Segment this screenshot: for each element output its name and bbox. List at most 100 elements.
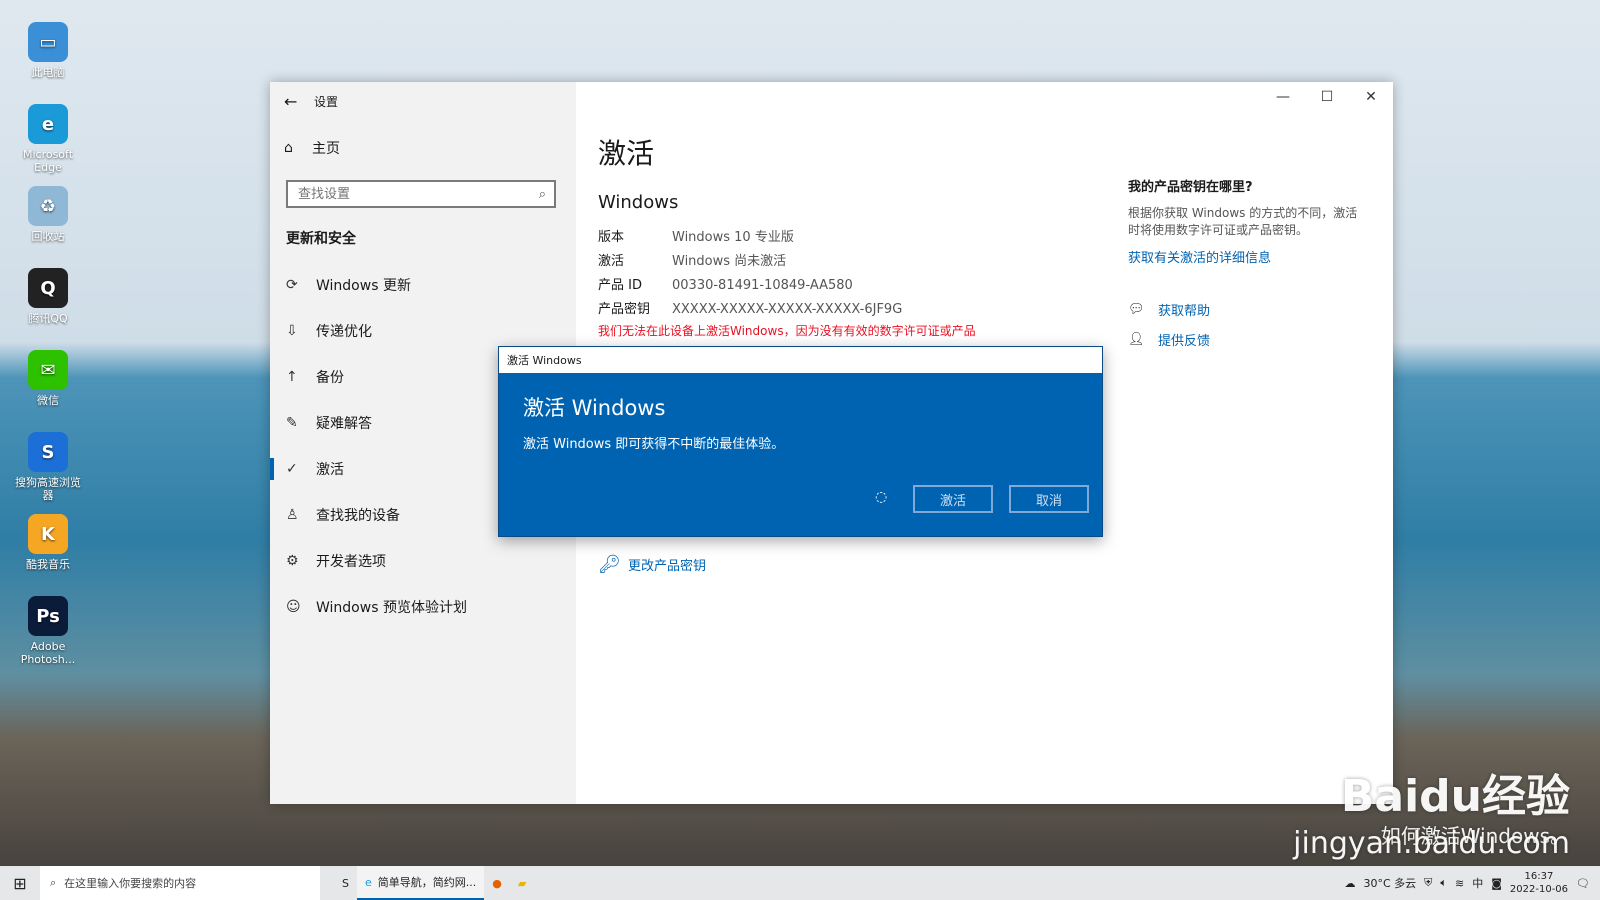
edge-icon: e [28,104,68,144]
nav-item[interactable]: ⚙ 开发者选项 [270,538,576,584]
security-icon[interactable]: ⛨ [1424,876,1432,890]
activation-warning: 我们无法在此设备上激活Windows，因为没有有效的数字许可证或产品 [598,324,976,338]
info-key: 激活 [598,254,625,269]
nav-item-label: 备份 [316,370,344,386]
info-value: XXXXX-XXXXX-XXXXX-XXXXX-6JF9G [672,302,903,317]
taskbar: ⊞ ⌕ 在这里输入你要搜索的内容 S e 简单导航，简约网... ● ▰ ☁ 3… [0,866,1600,900]
close-icon[interactable]: ✕ [1349,82,1393,112]
help-chat-icon: 💬︎ [1128,301,1145,317]
edge-taskbar-label: 简单导航，简约网... [377,876,477,889]
side-heading: 我的产品密钥在哪里? [1128,180,1253,195]
change-product-key-label: 更改产品密钥 [628,559,707,574]
kuwo-music-icon: K [28,514,68,554]
desktop-icon[interactable]: ▭ 此电脑 [14,22,82,79]
window-title: 设置 [314,94,339,109]
app-tray-icon[interactable]: ◙ [1491,877,1502,890]
get-help-label: 获取帮助 [1158,303,1211,319]
desktop-icon[interactable]: S 搜狗高速浏览器 [14,432,82,502]
insider-icon: ☺ [286,599,301,615]
desktop-icon-label: 腾讯QQ [28,312,68,325]
network-icon[interactable]: ≋ [1455,877,1464,890]
change-product-key-link[interactable]: 🔑︎ 更改产品密钥 [598,554,706,575]
desktop-icon[interactable]: e Microsoft Edge [14,104,82,174]
info-row: 产品 ID 00330-81491-10849-AA580 [598,274,902,298]
weather-text[interactable]: 30°C 多云 [1363,875,1416,891]
info-value: Windows 10 专业版 [672,230,794,245]
desktop-icon-label: 微信 [37,394,59,407]
info-row: 产品密钥 XXXXX-XXXXX-XXXXX-XXXXX-6JF9G [598,298,902,322]
nav-item-label: Windows 更新 [316,278,411,294]
desktop-icon[interactable]: Q 腾讯QQ [14,268,82,325]
info-row: 激活 Windows 尚未激活 [598,250,902,274]
give-feedback-label: 提供反馈 [1158,333,1211,349]
baidu-watermark-logo: Baidu经验 [1340,771,1570,822]
recycle-bin-icon: ♻ [28,186,68,226]
developer-icon: ⚙ [286,553,299,569]
taskbar-apps: S e 简单导航，简约网... ● ▰ [334,866,534,900]
info-key: 产品 ID [598,278,642,293]
nav-item-label: 开发者选项 [316,554,386,570]
firefox-taskbar-icon[interactable]: ● [484,866,510,900]
sogou-taskbar-icon[interactable]: S [334,866,357,900]
loading-spinner-icon: ◌ [875,489,888,505]
section-heading: 更新和安全 [286,231,356,247]
info-key: 产品密钥 [598,302,651,317]
clock-date: 2022-10-06 [1509,884,1569,895]
taskbar-search[interactable]: ⌕ 在这里输入你要搜索的内容 [40,866,320,900]
desktop-icon[interactable]: K 酷我音乐 [14,514,82,571]
edge-icon: e [364,875,372,889]
settings-search-input[interactable] [296,185,539,203]
taskbar-search-placeholder: 在这里输入你要搜索的内容 [64,877,197,890]
nav-home[interactable]: ⌂ 主页 [284,138,340,158]
give-feedback-link[interactable]: 👤︎ 提供反馈 [1128,324,1368,354]
volume-icon[interactable]: 🔈︎ [1440,876,1447,890]
clock-time: 16:37 [1524,871,1554,882]
page-title: 激活 [598,137,655,170]
system-tray: ☁ 30°C 多云 ⛨ 🔈︎ ≋ 中 ◙ 16:37 2022-10-06 🗨︎ [1344,866,1600,900]
desktop-icon[interactable]: ♻ 回收站 [14,186,82,243]
activation-details-link[interactable]: 获取有关激活的详细信息 [1128,247,1368,266]
desktop-icon[interactable]: ✉ 微信 [14,350,82,407]
settings-search-box[interactable]: ⌕ [286,180,556,208]
side-text: 根据你获取 Windows 的方式的不同，激活时将使用数字许可证或产品密钥。 [1128,206,1358,237]
desktop-icon-label: 酷我音乐 [26,558,70,571]
watermark-url: jingyan.baidu.com [1293,826,1570,861]
desktop-icon-label: Adobe Photosh... [20,640,76,666]
ime-indicator[interactable]: 中 [1472,875,1483,891]
desktop-icon-label: 此电脑 [31,66,65,79]
wrench-icon: ✎ [286,415,298,431]
person-pin-icon: ♙ [286,507,299,523]
activate-button[interactable]: 激活 [913,485,993,513]
search-icon[interactable]: ⌕ [539,187,546,202]
get-help-link[interactable]: 💬︎ 获取帮助 [1128,294,1368,324]
nav-item-label: 查找我的设备 [316,508,400,524]
maximize-icon[interactable]: ☐ [1305,82,1349,112]
clock[interactable]: 16:37 2022-10-06 [1510,870,1568,896]
windows-start-icon[interactable]: ⊞ [0,874,40,893]
window-controls: — ☐ ✕ [1261,82,1393,112]
key-icon: 🔑︎ [598,554,621,575]
windows-heading: Windows [598,192,679,213]
delivery-icon: ⇩ [286,323,298,339]
sogou-browser-icon: S [28,432,68,472]
cancel-button[interactable]: 取消 [1009,485,1089,513]
nav-item[interactable]: ☺ Windows 预览体验计划 [270,584,576,630]
nav-home-label: 主页 [312,141,340,157]
desktop-icon[interactable]: Ps Adobe Photosh... [14,596,82,666]
notification-icon[interactable]: 🗨︎ [1576,877,1590,890]
minimize-icon[interactable]: — [1261,82,1305,112]
qq-icon: Q [28,268,68,308]
nav-item[interactable]: ⟳ Windows 更新 [270,262,576,308]
edge-taskbar-item[interactable]: e 简单导航，简约网... [356,866,485,900]
activate-dialog: 激活 Windows 激活 Windows 激活 Windows 即可获得不中断… [498,346,1103,537]
dialog-titlebar: 激活 Windows [499,347,1102,373]
computer-icon: ▭ [28,22,68,62]
back-arrow-icon[interactable]: ← [284,92,314,111]
nav-item-label: 传递优化 [316,324,372,340]
refresh-icon: ⟳ [286,277,298,293]
check-circle-icon: ✓ [286,461,298,477]
file-explorer-icon[interactable]: ▰ [510,866,534,900]
nav-item-label: Windows 预览体验计划 [316,600,467,616]
home-icon: ⌂ [284,140,293,156]
weather-icon[interactable]: ☁ [1344,877,1355,890]
